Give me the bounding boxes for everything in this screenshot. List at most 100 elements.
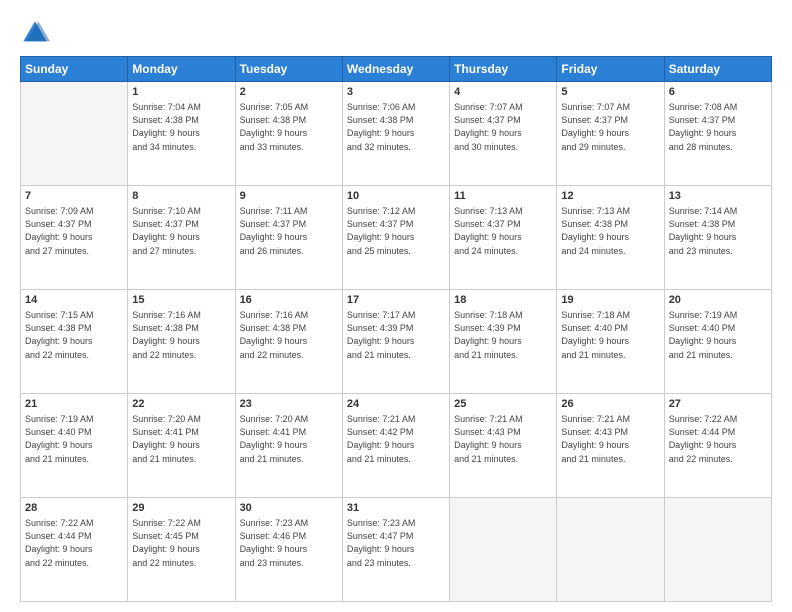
day-number: 3	[347, 85, 445, 100]
sunrise-text: Sunrise: 7:07 AM	[561, 101, 659, 114]
calendar-cell: 11Sunrise: 7:13 AMSunset: 4:37 PMDayligh…	[450, 186, 557, 290]
sunset-text: Sunset: 4:37 PM	[240, 218, 338, 231]
calendar-cell: 30Sunrise: 7:23 AMSunset: 4:46 PMDayligh…	[235, 498, 342, 602]
sunrise-text: Sunrise: 7:16 AM	[240, 309, 338, 322]
sunset-text: Sunset: 4:42 PM	[347, 426, 445, 439]
day-number: 22	[132, 397, 230, 412]
daylight-text-cont: and 23 minutes.	[240, 557, 338, 570]
sunrise-text: Sunrise: 7:09 AM	[25, 205, 123, 218]
sunrise-text: Sunrise: 7:22 AM	[669, 413, 767, 426]
daylight-text: Daylight: 9 hours	[669, 335, 767, 348]
sunrise-text: Sunrise: 7:17 AM	[347, 309, 445, 322]
daylight-text-cont: and 22 minutes.	[240, 349, 338, 362]
day-number: 26	[561, 397, 659, 412]
daylight-text-cont: and 21 minutes.	[347, 349, 445, 362]
sunset-text: Sunset: 4:46 PM	[240, 530, 338, 543]
daylight-text: Daylight: 9 hours	[454, 127, 552, 140]
calendar-cell: 18Sunrise: 7:18 AMSunset: 4:39 PMDayligh…	[450, 290, 557, 394]
daylight-text: Daylight: 9 hours	[240, 543, 338, 556]
daylight-text-cont: and 24 minutes.	[561, 245, 659, 258]
weekday-friday: Friday	[557, 57, 664, 82]
daylight-text-cont: and 21 minutes.	[561, 349, 659, 362]
sunset-text: Sunset: 4:40 PM	[561, 322, 659, 335]
daylight-text: Daylight: 9 hours	[240, 335, 338, 348]
header	[20, 18, 772, 48]
sunrise-text: Sunrise: 7:10 AM	[132, 205, 230, 218]
daylight-text-cont: and 23 minutes.	[347, 557, 445, 570]
day-number: 2	[240, 85, 338, 100]
week-row-3: 14Sunrise: 7:15 AMSunset: 4:38 PMDayligh…	[21, 290, 772, 394]
calendar-cell: 28Sunrise: 7:22 AMSunset: 4:44 PMDayligh…	[21, 498, 128, 602]
daylight-text-cont: and 22 minutes.	[25, 349, 123, 362]
daylight-text: Daylight: 9 hours	[347, 127, 445, 140]
calendar-cell: 7Sunrise: 7:09 AMSunset: 4:37 PMDaylight…	[21, 186, 128, 290]
sunrise-text: Sunrise: 7:20 AM	[132, 413, 230, 426]
daylight-text: Daylight: 9 hours	[240, 127, 338, 140]
daylight-text-cont: and 30 minutes.	[454, 141, 552, 154]
day-number: 12	[561, 189, 659, 204]
weekday-header-row: SundayMondayTuesdayWednesdayThursdayFrid…	[21, 57, 772, 82]
daylight-text: Daylight: 9 hours	[132, 127, 230, 140]
logo	[20, 18, 54, 48]
day-number: 5	[561, 85, 659, 100]
sunrise-text: Sunrise: 7:16 AM	[132, 309, 230, 322]
daylight-text-cont: and 21 minutes.	[240, 453, 338, 466]
sunrise-text: Sunrise: 7:05 AM	[240, 101, 338, 114]
sunrise-text: Sunrise: 7:04 AM	[132, 101, 230, 114]
calendar-cell: 8Sunrise: 7:10 AMSunset: 4:37 PMDaylight…	[128, 186, 235, 290]
daylight-text: Daylight: 9 hours	[25, 439, 123, 452]
daylight-text: Daylight: 9 hours	[669, 439, 767, 452]
calendar-cell: 22Sunrise: 7:20 AMSunset: 4:41 PMDayligh…	[128, 394, 235, 498]
calendar: SundayMondayTuesdayWednesdayThursdayFrid…	[20, 56, 772, 602]
sunset-text: Sunset: 4:41 PM	[240, 426, 338, 439]
calendar-cell: 24Sunrise: 7:21 AMSunset: 4:42 PMDayligh…	[342, 394, 449, 498]
sunrise-text: Sunrise: 7:08 AM	[669, 101, 767, 114]
daylight-text-cont: and 25 minutes.	[347, 245, 445, 258]
sunset-text: Sunset: 4:44 PM	[669, 426, 767, 439]
sunset-text: Sunset: 4:47 PM	[347, 530, 445, 543]
day-info: Sunrise: 7:22 AMSunset: 4:44 PMDaylight:…	[669, 413, 767, 465]
calendar-cell: 20Sunrise: 7:19 AMSunset: 4:40 PMDayligh…	[664, 290, 771, 394]
daylight-text-cont: and 22 minutes.	[669, 453, 767, 466]
sunrise-text: Sunrise: 7:13 AM	[561, 205, 659, 218]
sunset-text: Sunset: 4:38 PM	[347, 114, 445, 127]
day-number: 31	[347, 501, 445, 516]
daylight-text: Daylight: 9 hours	[561, 231, 659, 244]
day-number: 6	[669, 85, 767, 100]
daylight-text-cont: and 33 minutes.	[240, 141, 338, 154]
sunrise-text: Sunrise: 7:13 AM	[454, 205, 552, 218]
day-info: Sunrise: 7:07 AMSunset: 4:37 PMDaylight:…	[561, 101, 659, 153]
daylight-text-cont: and 21 minutes.	[454, 453, 552, 466]
day-info: Sunrise: 7:13 AMSunset: 4:38 PMDaylight:…	[561, 205, 659, 257]
sunrise-text: Sunrise: 7:14 AM	[669, 205, 767, 218]
day-info: Sunrise: 7:07 AMSunset: 4:37 PMDaylight:…	[454, 101, 552, 153]
week-row-4: 21Sunrise: 7:19 AMSunset: 4:40 PMDayligh…	[21, 394, 772, 498]
sunset-text: Sunset: 4:37 PM	[454, 218, 552, 231]
day-number: 10	[347, 189, 445, 204]
daylight-text-cont: and 21 minutes.	[561, 453, 659, 466]
calendar-cell: 5Sunrise: 7:07 AMSunset: 4:37 PMDaylight…	[557, 82, 664, 186]
day-info: Sunrise: 7:09 AMSunset: 4:37 PMDaylight:…	[25, 205, 123, 257]
calendar-cell	[664, 498, 771, 602]
sunset-text: Sunset: 4:38 PM	[561, 218, 659, 231]
calendar-cell: 14Sunrise: 7:15 AMSunset: 4:38 PMDayligh…	[21, 290, 128, 394]
daylight-text-cont: and 22 minutes.	[132, 557, 230, 570]
day-number: 13	[669, 189, 767, 204]
daylight-text: Daylight: 9 hours	[132, 543, 230, 556]
day-info: Sunrise: 7:15 AMSunset: 4:38 PMDaylight:…	[25, 309, 123, 361]
sunrise-text: Sunrise: 7:23 AM	[347, 517, 445, 530]
daylight-text: Daylight: 9 hours	[347, 335, 445, 348]
calendar-cell: 1Sunrise: 7:04 AMSunset: 4:38 PMDaylight…	[128, 82, 235, 186]
sunset-text: Sunset: 4:37 PM	[25, 218, 123, 231]
daylight-text: Daylight: 9 hours	[25, 231, 123, 244]
daylight-text-cont: and 22 minutes.	[132, 349, 230, 362]
sunset-text: Sunset: 4:38 PM	[669, 218, 767, 231]
daylight-text-cont: and 24 minutes.	[454, 245, 552, 258]
day-info: Sunrise: 7:20 AMSunset: 4:41 PMDaylight:…	[240, 413, 338, 465]
day-number: 14	[25, 293, 123, 308]
sunrise-text: Sunrise: 7:19 AM	[25, 413, 123, 426]
day-info: Sunrise: 7:18 AMSunset: 4:40 PMDaylight:…	[561, 309, 659, 361]
day-number: 4	[454, 85, 552, 100]
sunset-text: Sunset: 4:45 PM	[132, 530, 230, 543]
daylight-text: Daylight: 9 hours	[454, 439, 552, 452]
